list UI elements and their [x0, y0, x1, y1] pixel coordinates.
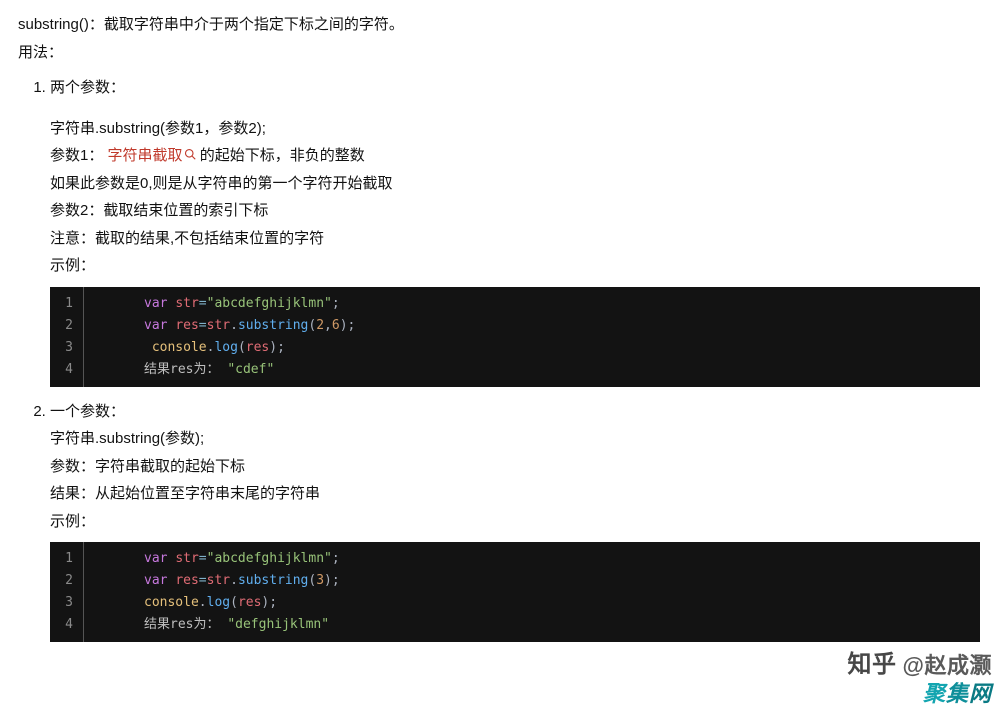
line-number: 4	[64, 614, 73, 636]
usage-list: 两个参数： 字符串.substring(参数1，参数2); 参数1： 字符串截取…	[18, 75, 986, 642]
text-line: 注意：截取的结果,不包括结束位置的字符	[50, 226, 986, 252]
text-line: 字符串.substring(参数1，参数2);	[50, 116, 986, 142]
site-char: 聚	[923, 675, 946, 712]
keyword-link[interactable]: 字符串截取	[108, 147, 200, 164]
text-line: 如果此参数是0,则是从字符串的第一个字符开始截取	[50, 171, 986, 197]
text-line: 字符串.substring(参数);	[50, 426, 986, 452]
code-line: var str="abcdefghijklmn";	[94, 293, 970, 315]
item-body: 字符串.substring(参数1，参数2); 参数1： 字符串截取 的起始下标…	[50, 116, 986, 387]
intro-line-2: 用法：	[18, 40, 986, 66]
code-line: var str="abcdefghijklmn";	[94, 548, 970, 570]
site-char: 集	[946, 675, 969, 712]
item-title: 两个参数：	[50, 79, 125, 96]
code-lines: var str="abcdefghijklmn"; var res=str.su…	[84, 542, 980, 642]
site-watermark: 聚 集 网	[923, 675, 992, 712]
text-line: 结果：从起始位置至字符串末尾的字符串	[50, 481, 986, 507]
line-gutter: 1 2 3 4	[50, 287, 84, 387]
code-line: var res=str.substring(3);	[94, 570, 970, 592]
code-block: 1 2 3 4 var str="abcdefghijklmn"; var re…	[50, 542, 980, 642]
text-line: 示例：	[50, 253, 986, 279]
line-number: 1	[64, 548, 73, 570]
text-after: 的起始下标，非负的整数	[200, 147, 365, 164]
search-icon	[184, 143, 196, 169]
text-line: 示例：	[50, 509, 986, 535]
site-char: 网	[969, 675, 992, 712]
line-number: 1	[64, 293, 73, 315]
text-line: 参数：字符串截取的起始下标	[50, 454, 986, 480]
intro-line-1: substring()：截取字符串中介于两个指定下标之间的字符。	[18, 12, 986, 38]
intro-block: substring()：截取字符串中介于两个指定下标之间的字符。 用法：	[18, 12, 986, 65]
article-content: substring()：截取字符串中介于两个指定下标之间的字符。 用法： 两个参…	[0, 0, 1004, 664]
code-line: console.log(res);	[94, 592, 970, 614]
item-title: 一个参数：	[50, 403, 125, 420]
link-text: 字符串截取	[108, 147, 183, 164]
code-line: 结果res为： "defghijklmn"	[94, 614, 970, 636]
code-block: 1 2 3 4 var str="abcdefghijklmn"; var re…	[50, 287, 980, 387]
line-gutter: 1 2 3 4	[50, 542, 84, 642]
line-number: 3	[64, 592, 73, 614]
code-line: console.log(res);	[94, 337, 970, 359]
label-text: 参数1：	[50, 147, 103, 164]
code-line: var res=str.substring(2,6);	[94, 315, 970, 337]
code-line: 结果res为： "cdef"	[94, 359, 970, 381]
item-body: 字符串.substring(参数); 参数：字符串截取的起始下标 结果：从起始位…	[50, 426, 986, 642]
line-number: 2	[64, 315, 73, 337]
code-lines: var str="abcdefghijklmn"; var res=str.su…	[84, 287, 980, 387]
line-number: 2	[64, 570, 73, 592]
text-line: 参数2：截取结束位置的索引下标	[50, 198, 986, 224]
text-line: 参数1： 字符串截取 的起始下标，非负的整数	[50, 143, 986, 169]
line-number: 3	[64, 337, 73, 359]
list-item: 两个参数： 字符串.substring(参数1，参数2); 参数1： 字符串截取…	[50, 75, 986, 387]
list-item: 一个参数： 字符串.substring(参数); 参数：字符串截取的起始下标 结…	[50, 399, 986, 643]
line-number: 4	[64, 359, 73, 381]
